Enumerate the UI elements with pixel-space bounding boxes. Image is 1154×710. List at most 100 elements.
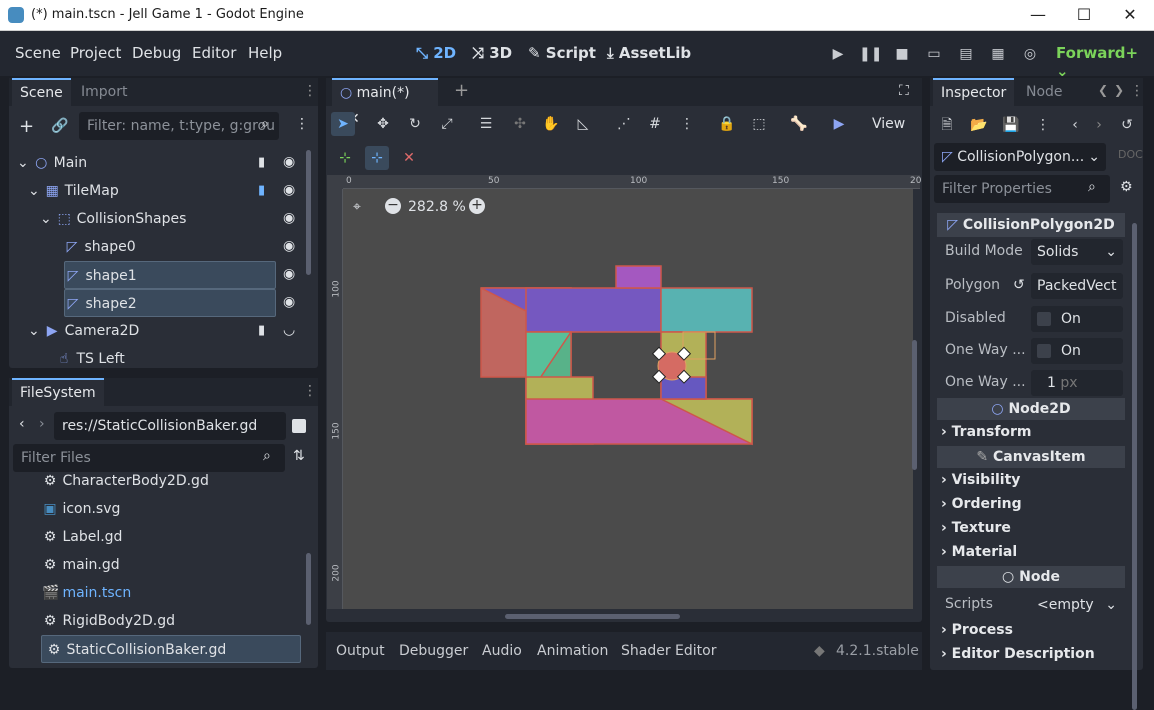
inspector-scrollbar[interactable]	[1132, 223, 1137, 710]
workspace-3d-button[interactable]: ⤨ 3D	[472, 44, 512, 62]
group-material[interactable]: › Material	[941, 544, 1017, 560]
renderer-select[interactable]: Forward+ ⌄	[1056, 44, 1154, 80]
workspace-assetlib-button[interactable]: ⤓ AssetLib	[607, 44, 691, 62]
tab-filesystem[interactable]: FileSystem	[12, 378, 104, 406]
history-back-icon[interactable]: ‹	[1063, 113, 1087, 137]
shape-teal-bar[interactable]	[660, 287, 753, 333]
remote-debug-icon[interactable]: ▭	[923, 43, 945, 65]
tab-scene[interactable]: Scene	[12, 78, 71, 106]
tree-node-main[interactable]: ⌄ ○ Main	[17, 149, 87, 177]
group-icon[interactable]: ⬚	[747, 112, 771, 136]
bottom-tab-shader-editor[interactable]: Shader Editor	[621, 643, 716, 659]
instance-scene-icon[interactable]: 🔗	[51, 118, 68, 134]
pause-icon[interactable]: ❚❚	[859, 43, 882, 65]
resource-menu-icon[interactable]: ⋮	[1031, 113, 1055, 137]
collision-shapes-canvas[interactable]	[343, 189, 913, 609]
chevron-right-icon[interactable]: ❯	[1114, 83, 1124, 97]
group-editor-description[interactable]: › Editor Description	[941, 646, 1095, 662]
menu-debug[interactable]: Debug	[132, 44, 181, 62]
viewport-v-scrollbar[interactable]	[912, 340, 917, 470]
dock-menu-icon[interactable]: ⋮	[303, 383, 317, 399]
tab-main-scene[interactable]: ○ main(*) ✕	[332, 78, 438, 127]
view-menu[interactable]: View	[872, 116, 905, 132]
chevron-left-icon[interactable]: ❮	[1098, 83, 1108, 97]
shape-purple-bar[interactable]	[525, 287, 662, 333]
bottom-tab-debugger[interactable]: Debugger	[399, 643, 468, 659]
movie-maker-icon[interactable]: ◎	[1019, 43, 1041, 65]
play-icon[interactable]: ▶	[827, 43, 849, 65]
bottom-tab-animation[interactable]: Animation	[537, 643, 608, 659]
split-view-icon[interactable]	[292, 419, 306, 433]
visibility-eye-icon[interactable]: ◉	[283, 294, 295, 310]
save-icon[interactable]: 💾	[999, 113, 1023, 137]
smart-snap-icon[interactable]: ⋰	[612, 112, 636, 136]
workspace-2d-button[interactable]: ⤡ 2D	[416, 44, 456, 62]
build-mode-select[interactable]: Solids ⌄	[1031, 239, 1123, 265]
polygon-value[interactable]: PackedVect	[1031, 273, 1123, 299]
select-mode-icon[interactable]: ➤	[331, 112, 355, 136]
path-field[interactable]: res://StaticCollisionBaker.gd	[54, 412, 286, 440]
maximize-button[interactable]: ☐	[1061, 0, 1107, 31]
tab-inspector[interactable]: Inspector	[933, 78, 1015, 106]
file-item[interactable]: ⚙ RigidBody2D.gd	[42, 607, 175, 635]
script-icon[interactable]: ▮	[258, 323, 265, 338]
file-item[interactable]: ⚙ main.gd	[42, 551, 120, 579]
close-window-button[interactable]: ✕	[1107, 0, 1153, 31]
grid-snap-icon[interactable]: #	[643, 112, 667, 136]
minimize-button[interactable]: —	[1015, 0, 1061, 31]
tree-node-shape1[interactable]: ◸ shape1	[64, 261, 276, 289]
forward-arrow-icon[interactable]: ›	[39, 416, 45, 432]
lock-icon[interactable]: 🔒	[715, 112, 739, 136]
new-resource-icon[interactable]: 🗎	[935, 113, 959, 137]
menu-scene[interactable]: Scene	[15, 44, 61, 62]
bottom-tab-audio[interactable]: Audio	[482, 643, 522, 659]
visibility-eye-icon[interactable]: ◉	[283, 210, 295, 226]
property-settings-icon[interactable]: ⚙	[1120, 179, 1133, 195]
visibility-eye-icon[interactable]: ◉	[283, 182, 295, 198]
group-texture[interactable]: › Texture	[941, 520, 1011, 536]
create-points-icon[interactable]: ⊹	[333, 146, 357, 170]
fullscreen-icon[interactable]: ⛶	[899, 83, 909, 99]
object-history-icon[interactable]: ↺	[1115, 113, 1139, 137]
snap-options-icon[interactable]: ⋮	[675, 112, 699, 136]
ruler-icon[interactable]: ◺	[571, 112, 595, 136]
file-filter-input[interactable]: Filter Files	[13, 444, 285, 472]
one-way-checkbox[interactable]: On	[1031, 338, 1123, 364]
script-icon[interactable]: ▮	[258, 155, 265, 170]
tab-import[interactable]: Import	[73, 78, 135, 106]
tree-node-tilemap[interactable]: ⌄ ▦ TileMap	[28, 177, 119, 205]
docs-icon[interactable]: DOC	[1118, 148, 1143, 161]
tab-node[interactable]: Node	[1018, 78, 1071, 106]
viewport-h-scrollbar-thumb[interactable]	[505, 614, 680, 619]
file-item[interactable]: ⚙ CharacterBody2D.gd	[42, 474, 209, 495]
back-arrow-icon[interactable]: ‹	[19, 416, 25, 432]
group-transform[interactable]: › Transform	[941, 424, 1032, 440]
script-icon[interactable]: ▮	[258, 183, 265, 198]
pivot-icon[interactable]: ✣	[508, 112, 532, 136]
dock-menu-icon[interactable]: ⋮	[303, 83, 317, 99]
disabled-checkbox[interactable]: On	[1031, 306, 1123, 332]
file-item-selected[interactable]: ⚙ StaticCollisionBaker.gd	[41, 635, 301, 663]
list-select-icon[interactable]: ☰	[474, 112, 498, 136]
tree-node-camera2d[interactable]: ⌄ ▶ Camera2D	[28, 317, 139, 345]
tree-node-shape2[interactable]: ◸ shape2	[64, 289, 276, 317]
shape-purple-top[interactable]	[615, 265, 662, 289]
tree-node-ts-left[interactable]: ☝ TS Left	[56, 345, 125, 367]
scene-filter-input[interactable]: Filter: name, t:type, g:grou	[79, 112, 279, 140]
open-folder-icon[interactable]: 📂	[967, 113, 991, 137]
revert-icon[interactable]: ↺	[1013, 277, 1025, 293]
file-item[interactable]: ▣ icon.svg	[42, 495, 120, 523]
scene-menu-icon[interactable]: ⋮	[295, 116, 309, 132]
menu-editor[interactable]: Editor	[192, 44, 236, 62]
visibility-eye-icon[interactable]: ◉	[283, 154, 295, 170]
skeleton-bone-icon[interactable]: 🦴	[787, 112, 811, 136]
sort-icon[interactable]: ⇅	[293, 448, 305, 464]
edit-points-icon[interactable]: ⊹	[365, 146, 389, 170]
one-way-margin-spinbox[interactable]: 1 px	[1031, 370, 1123, 396]
tree-node-collisionshapes[interactable]: ⌄ ⬚ CollisionShapes	[40, 205, 186, 233]
scene-scrollbar[interactable]	[306, 150, 311, 275]
rotate-mode-icon[interactable]: ↻	[403, 112, 427, 136]
workspace-script-button[interactable]: ✎ Script	[528, 44, 596, 62]
group-ordering[interactable]: › Ordering	[941, 496, 1022, 512]
object-selector[interactable]: ◸ CollisionPolygon... ⌄	[934, 143, 1106, 171]
